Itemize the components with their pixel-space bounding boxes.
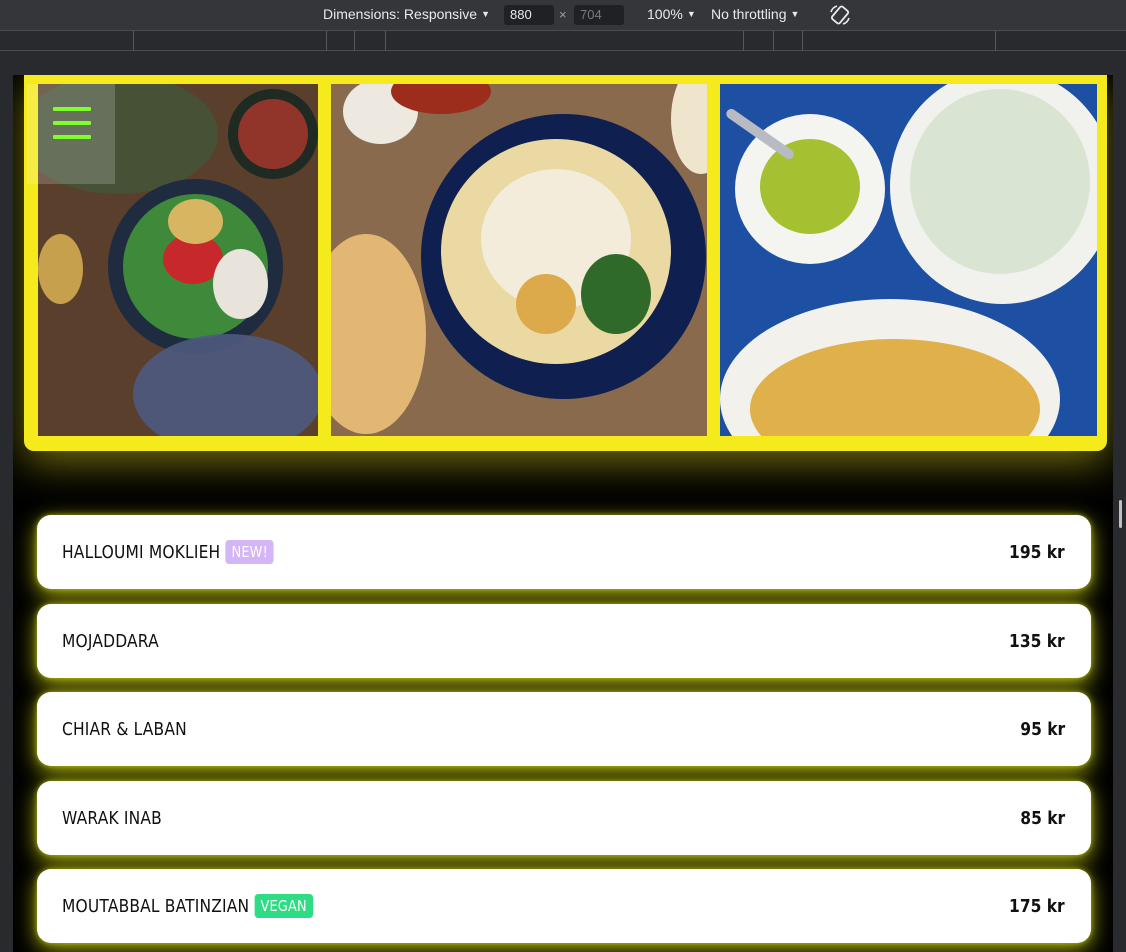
dimensions-label: Dimensions: Responsive xyxy=(323,6,478,22)
device-viewport: HALLOUMI MOKLIEH NEW! 195 kr MOJADDARA 1… xyxy=(13,75,1113,952)
rotate-icon[interactable] xyxy=(828,3,852,27)
devtools-toolbar: Dimensions: Responsive ▼ 880 × 704 100% … xyxy=(0,0,1126,30)
new-badge: NEW! xyxy=(225,540,274,564)
chevron-down-icon: ▼ xyxy=(481,9,490,19)
hummus-plate-photo xyxy=(331,84,707,436)
menu-item[interactable]: MOUTABBAL BATINZIAN VEGAN 175 kr xyxy=(37,869,1091,943)
menu-item-price: 85 kr xyxy=(1020,807,1065,829)
chevron-down-icon: ▼ xyxy=(686,9,696,19)
width-input[interactable]: 880 xyxy=(504,5,554,25)
menu-item-name: WARAK INAB xyxy=(62,807,162,829)
scrollbar-thumb[interactable] xyxy=(1119,500,1122,528)
hamburger-icon xyxy=(53,107,91,111)
menu-item-price: 135 kr xyxy=(1009,630,1065,652)
dimension-separator: × xyxy=(559,7,567,22)
menu-item[interactable]: CHIAR & LABAN 95 kr xyxy=(37,692,1091,766)
throttling-label: No throttling xyxy=(711,6,787,22)
throttling-dropdown[interactable]: No throttling ▼ xyxy=(711,6,799,22)
menu-item-name: CHIAR & LABAN xyxy=(62,718,187,740)
zoom-label: 100% xyxy=(647,6,683,22)
viewport-scrollbar[interactable] xyxy=(1114,75,1126,952)
menu-item-name: MOJADDARA xyxy=(62,630,159,652)
menu-item[interactable]: HALLOUMI MOKLIEH NEW! 195 kr xyxy=(37,515,1091,589)
hero-banner xyxy=(24,75,1107,451)
vegan-badge: VEGAN xyxy=(254,894,313,918)
mezze-bowls-photo xyxy=(720,84,1097,436)
menu-item[interactable]: WARAK INAB 85 kr xyxy=(37,781,1091,855)
menu-item-name: HALLOUMI MOKLIEH xyxy=(62,541,221,563)
menu-item-price: 195 kr xyxy=(1009,541,1065,563)
hamburger-menu-button[interactable] xyxy=(27,84,115,184)
menu-item-name: MOUTABBAL BATINZIAN xyxy=(62,895,250,917)
menu-item-price: 95 kr xyxy=(1020,718,1065,740)
chevron-down-icon: ▼ xyxy=(790,9,800,19)
menu-item[interactable]: MOJADDARA 135 kr xyxy=(37,604,1091,678)
dimensions-dropdown[interactable]: Dimensions: Responsive ▼ xyxy=(323,6,490,22)
media-query-ruler xyxy=(0,30,1126,51)
height-input[interactable]: 704 xyxy=(574,5,624,25)
menu-item-price: 175 kr xyxy=(1009,895,1065,917)
zoom-dropdown[interactable]: 100% ▼ xyxy=(647,6,696,22)
